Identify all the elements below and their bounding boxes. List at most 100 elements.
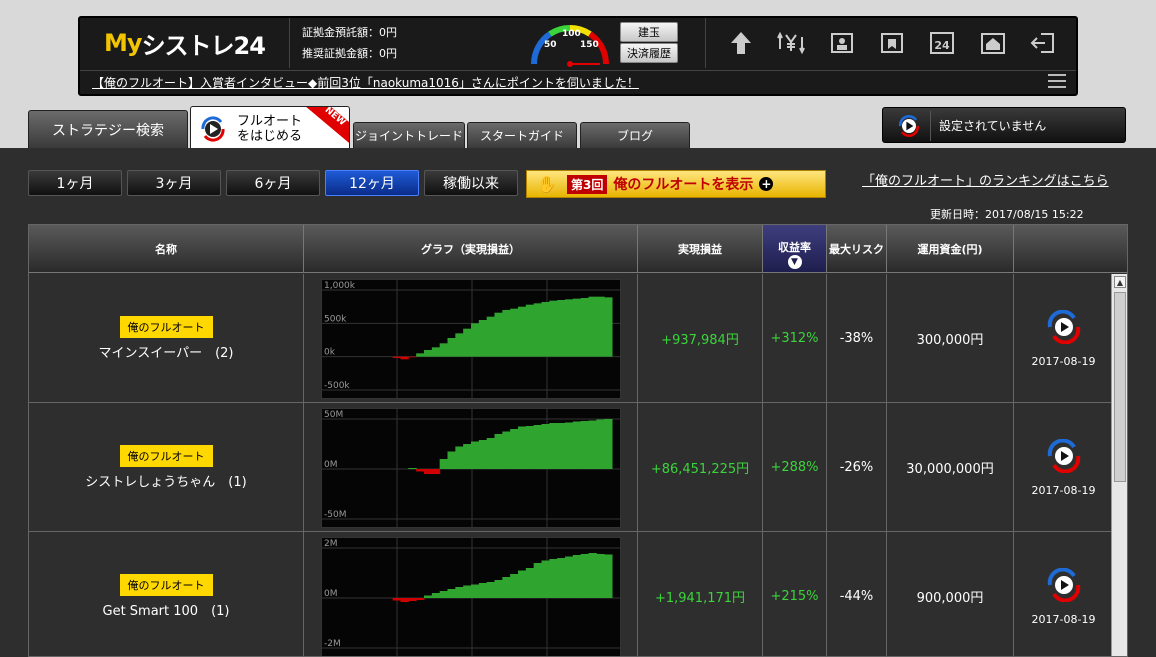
account-summary: 証拠金預託額：0円 推奨証拠金額：0円	[302, 22, 502, 64]
strategy-name[interactable]: Get Smart 100 (1)	[103, 600, 230, 619]
menu-icon[interactable]	[1048, 74, 1066, 88]
fullauto-ranking-banner[interactable]: ✋ 第3回 俺のフルオートを表示 +	[526, 170, 826, 198]
positions-button[interactable]: 建玉	[620, 22, 678, 42]
graph-bar	[525, 567, 534, 598]
period-6m-button[interactable]: 6ヶ月	[226, 170, 320, 196]
graph-bar	[541, 423, 550, 469]
graph-bar	[556, 422, 565, 469]
graph-bar	[447, 451, 456, 469]
graph-bar	[470, 441, 479, 469]
graph-bar	[423, 595, 432, 598]
strategy-name[interactable]: マインスイーパー (2)	[98, 342, 233, 361]
header-fund[interactable]: 運用資金(円)	[887, 225, 1014, 273]
graph-bar	[595, 553, 605, 598]
graph-axis-label: 2M	[324, 539, 338, 549]
scrollbar[interactable]: ▲	[1111, 274, 1127, 656]
operating-fund: 300,000円	[887, 274, 1014, 403]
graph-bar	[548, 558, 558, 598]
return-rate: +215%	[763, 532, 827, 656]
news-ticker-link[interactable]: 【俺のフルオート】入賞者インタビュー◆前回3位「naokuma1016」さんにポ…	[80, 70, 1076, 94]
header-name: 名称	[29, 225, 304, 273]
active-strategy-status[interactable]: 設定されていません	[882, 107, 1126, 143]
operating-fund: 900,000円	[887, 532, 1014, 656]
graph-bar	[588, 552, 597, 598]
logo[interactable]: My シストレ24	[80, 18, 290, 68]
up-arrow-icon[interactable]	[726, 28, 756, 58]
svg-text:24: 24	[935, 39, 951, 52]
start-date: 2017-08-19	[1031, 612, 1096, 626]
graph-bar	[509, 573, 518, 598]
table-row: 俺のフルオート シストレしょうちゃん (1) 50M 0M -50M +86,451…	[29, 403, 1113, 532]
sort-desc-icon: ▼	[787, 255, 802, 269]
action-cell: 2017-08-19	[1014, 532, 1113, 656]
graph-bar	[588, 420, 597, 469]
graph-bar	[494, 433, 503, 469]
graph-bar	[431, 592, 440, 598]
tab-joint-trade[interactable]: ジョイントトレード	[353, 122, 465, 148]
period-since-start-button[interactable]: 稼働以来	[424, 170, 518, 196]
settlement-history-button[interactable]: 決済履歴	[620, 43, 678, 63]
tab-blog[interactable]: ブログ	[580, 122, 690, 148]
header-return-rate[interactable]: 収益率 ▼	[763, 225, 827, 273]
fullauto-start-icon[interactable]	[1044, 309, 1084, 347]
graph-bar	[462, 443, 471, 469]
period-12m-button[interactable]: 12ヶ月	[325, 170, 419, 196]
fullauto-start-icon[interactable]	[1044, 567, 1084, 605]
gauge-icon	[530, 24, 610, 67]
recommended-value: 0円	[379, 47, 397, 60]
graph-bar	[501, 576, 511, 598]
scroll-thumb[interactable]	[1114, 292, 1126, 482]
tab-start-guide[interactable]: スタートガイド	[467, 122, 577, 148]
tab-strategy-search[interactable]: ストラテジー検索	[28, 110, 188, 148]
header-max-risk[interactable]: 最大リスク	[827, 225, 887, 273]
strategy-name-cell: 俺のフルオート Get Smart 100 (1)	[29, 532, 304, 656]
graph-bar	[407, 597, 417, 601]
return-rate: +312%	[763, 274, 827, 403]
header-action	[1014, 225, 1127, 273]
graph-axis-label: 50M	[324, 410, 343, 420]
fullauto-start-icon[interactable]	[1044, 438, 1084, 476]
strategy-name[interactable]: シストレしょうちゃん (1)	[85, 471, 246, 490]
24-icon[interactable]: 24	[927, 28, 957, 58]
graph-bar	[517, 570, 526, 598]
period-1m-button[interactable]: 1ヶ月	[28, 170, 122, 196]
graph-bar	[407, 467, 417, 469]
strategy-name-cell: 俺のフルオート マインスイーパー (2)	[29, 274, 304, 403]
header-graph: グラフ（実現損益）	[304, 225, 638, 273]
scroll-up-icon[interactable]: ▲	[1114, 276, 1126, 288]
period-3m-button[interactable]: 3ヶ月	[127, 170, 221, 196]
graph-bar	[439, 458, 448, 469]
logout-icon[interactable]	[1028, 28, 1058, 58]
graph-bar	[454, 332, 464, 357]
pnl-graph[interactable]: 50M 0M -50M	[320, 407, 622, 529]
realized-pnl: +937,984円	[638, 274, 763, 403]
fullauto-badge: 俺のフルオート	[119, 574, 213, 596]
graph-bar	[392, 597, 401, 600]
new-badge: NEW	[303, 107, 349, 146]
graph-bar	[431, 468, 440, 474]
graph-bar	[415, 597, 424, 600]
graph-bar	[603, 418, 612, 469]
profile-icon[interactable]	[827, 28, 857, 58]
pnl-graph[interactable]: 1,000k 500k 0k -500k	[320, 278, 622, 400]
handshake-icon: ✋	[537, 174, 557, 194]
fullauto-icon	[201, 115, 225, 142]
fullauto-badge: 俺のフルオート	[119, 316, 213, 338]
table-row: 俺のフルオート マインスイーパー (2) 1,000k 500k 0k -500k +…	[29, 274, 1113, 403]
strategy-name-cell: 俺のフルオート シストレしょうちゃん (1)	[29, 403, 304, 532]
home-icon[interactable]	[978, 28, 1008, 58]
graph-bar	[603, 554, 612, 598]
pnl-graph[interactable]: 2M 0M -2M	[320, 536, 622, 656]
graph-bar	[486, 437, 495, 469]
graph-bar	[564, 298, 573, 357]
ranking-link[interactable]: 「俺のフルオート」のランキングはこちら	[862, 170, 1109, 189]
max-risk: -44%	[827, 532, 887, 656]
yen-exchange-icon[interactable]	[776, 28, 806, 58]
updated-time: 更新日時：2017/08/15 15:22	[930, 208, 1084, 221]
header-pnl[interactable]: 実現損益	[638, 225, 763, 273]
tab-start-fullauto[interactable]: フルオート をはじめる NEW	[190, 106, 350, 150]
graph-bar	[525, 425, 534, 469]
realized-pnl: +86,451,225円	[638, 403, 763, 532]
book-icon[interactable]	[877, 28, 907, 58]
graph-bar	[588, 296, 597, 357]
